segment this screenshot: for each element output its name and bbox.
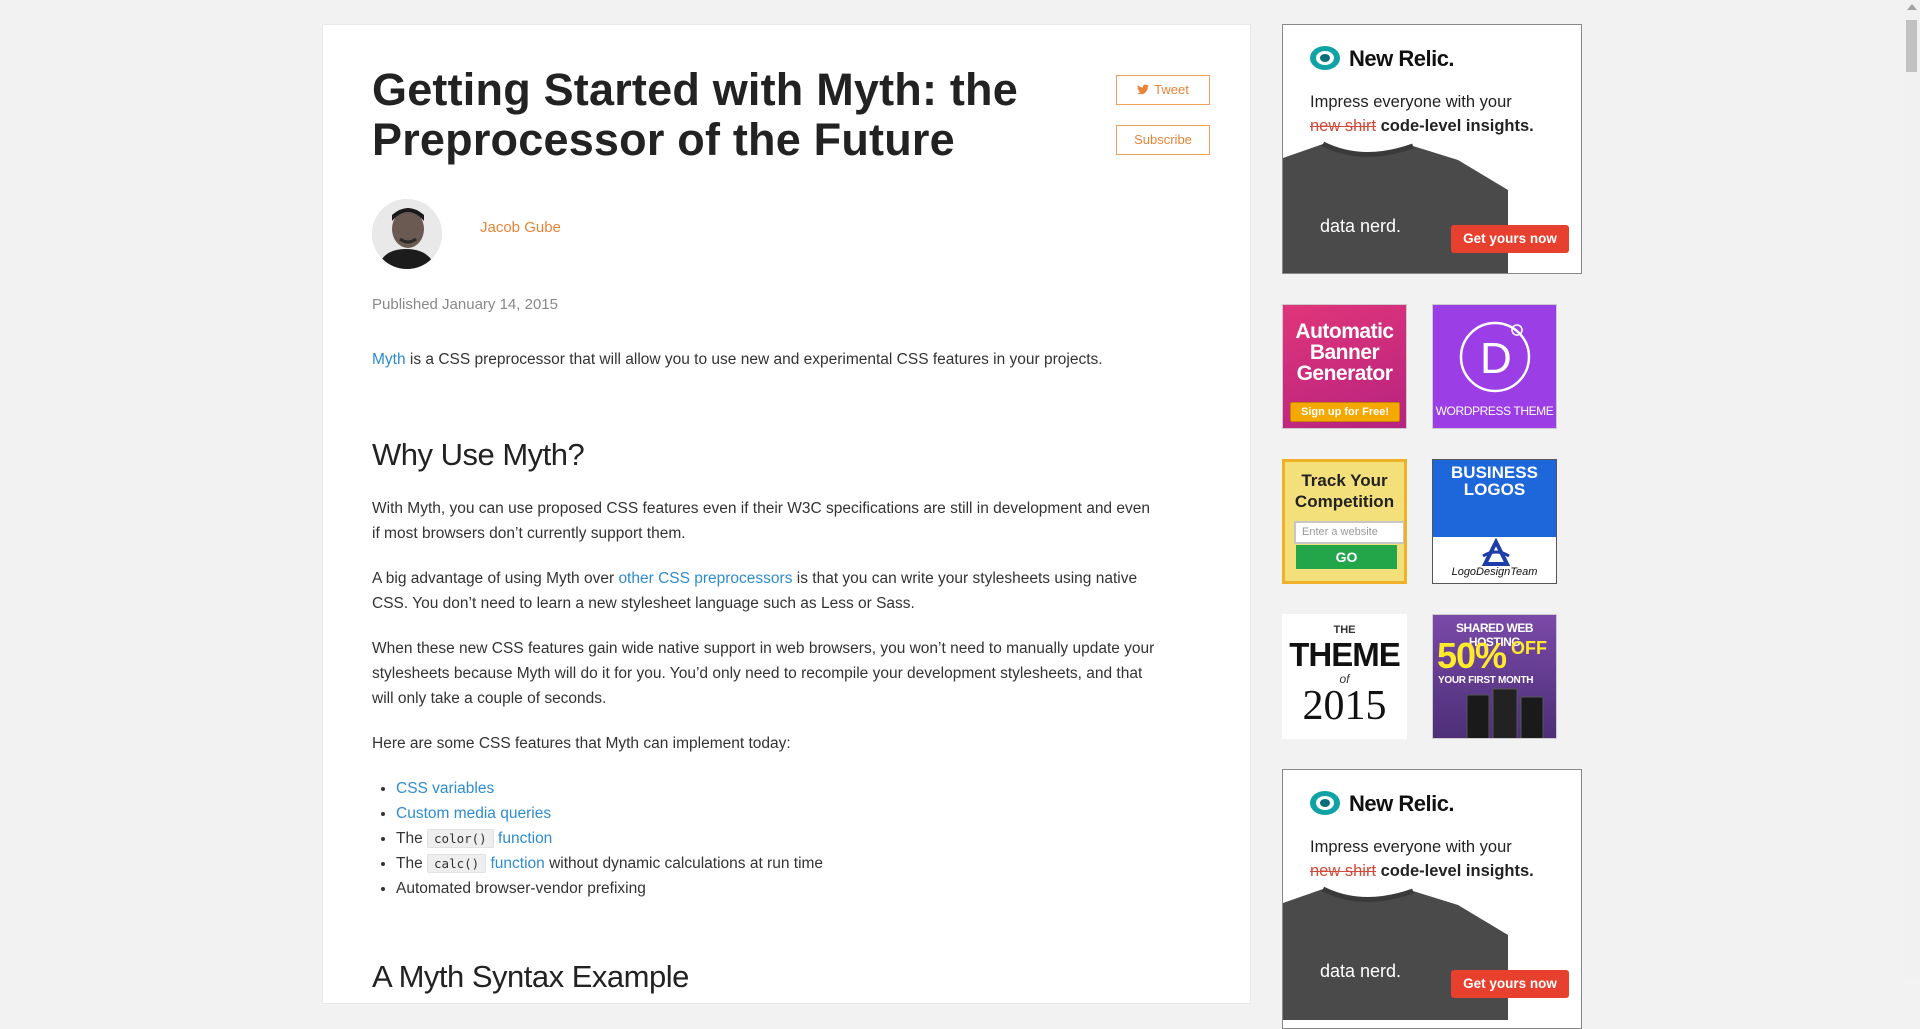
tshirt-text: data nerd.: [1320, 216, 1401, 236]
list-item: The calc() function without dynamic calc…: [396, 851, 1162, 876]
logos-line-1: BUSINESS: [1451, 463, 1538, 482]
newrelic-brand: New Relic.: [1349, 791, 1455, 816]
item4-suffix: without dynamic calculations at run time: [544, 855, 824, 872]
business-logos-ad[interactable]: BUSINESS LOGOS LogoDesignTeam: [1432, 459, 1557, 584]
color-function-link[interactable]: function: [498, 830, 552, 847]
wordpress-theme-label: WORDPRESS THEME: [1435, 404, 1554, 418]
newrelic-logo: New Relic.: [1309, 790, 1455, 817]
published-date: Published January 14, 2015: [372, 296, 558, 313]
article-card: Getting Started with Myth: the Preproces…: [322, 24, 1251, 1004]
newrelic-copy: Impress everyone with your new shirt cod…: [1310, 90, 1580, 138]
heading-syntax-example: A Myth Syntax Example: [372, 959, 689, 994]
subscribe-button[interactable]: Subscribe: [1116, 125, 1210, 155]
go-button[interactable]: GO: [1296, 545, 1397, 569]
paragraph-2: A big advantage of using Myth over other…: [372, 566, 1162, 616]
author-link[interactable]: Jacob Gube: [480, 219, 561, 236]
hosting-percent: 50%: [1437, 635, 1507, 676]
banner-signup-button[interactable]: Sign up for Free!: [1290, 402, 1400, 422]
newrelic-line2: new shirt code-level insights.: [1310, 114, 1580, 138]
newrelic-ad-top[interactable]: New Relic. Impress everyone with your ne…: [1282, 24, 1582, 274]
banner-line-2: Banner: [1309, 341, 1380, 364]
custom-media-queries-link[interactable]: Custom media queries: [396, 805, 551, 822]
wordpress-theme-ad[interactable]: D WORDPRESS THEME: [1432, 304, 1557, 429]
list-item: Custom media queries: [396, 801, 1162, 826]
newrelic-strike: new shirt: [1310, 117, 1377, 135]
newrelic-cta-button[interactable]: Get yours now: [1451, 970, 1569, 998]
article-body: Myth is a CSS preprocessor that will all…: [372, 347, 1162, 997]
intro-paragraph: Myth is a CSS preprocessor that will all…: [372, 347, 1162, 372]
theme-of-2015-ad[interactable]: THE THEME of 2015: [1282, 614, 1407, 739]
banner-line-3: Generator: [1296, 362, 1393, 385]
tshirt-text: data nerd.: [1320, 961, 1401, 981]
logos-line-2: LOGOS: [1463, 480, 1526, 499]
paragraph-4: Here are some CSS features that Myth can…: [372, 735, 791, 752]
banner-line-1: Automatic: [1295, 320, 1394, 343]
calc-function-link[interactable]: function: [490, 855, 544, 872]
track-competition-ad[interactable]: Track Your Competition Enter a website G…: [1282, 459, 1407, 584]
tweet-button[interactable]: Tweet: [1116, 75, 1210, 105]
banner-generator-ad[interactable]: Automatic Banner Generator Sign up for F…: [1282, 304, 1407, 429]
page-scrollbar[interactable]: [1903, 0, 1920, 979]
theme-the-label: THE: [1333, 624, 1356, 636]
item3-prefix: The: [396, 830, 428, 847]
newrelic-line1: Impress everyone with your: [1310, 838, 1512, 856]
server-image: [1466, 688, 1544, 738]
twitter-icon: [1137, 84, 1150, 95]
theme-big-label: THEME: [1289, 636, 1401, 673]
paragraph-3: When these new CSS features gain wide na…: [372, 640, 1155, 707]
divi-logo-icon: D: [1459, 321, 1531, 393]
tshirt-image: data nerd.: [1283, 886, 1508, 1020]
logodesign-icon: [1481, 538, 1511, 566]
tweet-label: Tweet: [1154, 82, 1189, 97]
scroll-up-arrow-icon[interactable]: [1907, 4, 1917, 10]
newrelic-cta-button[interactable]: Get yours now: [1451, 225, 1569, 253]
other-preprocessors-link[interactable]: other CSS preprocessors: [618, 570, 792, 587]
newrelic-line2: new shirt code-level insights.: [1310, 859, 1580, 883]
avatar-photo: [372, 199, 442, 269]
newrelic-bold: code-level insights.: [1376, 117, 1534, 135]
css-variables-link[interactable]: CSS variables: [396, 780, 494, 797]
track-competition-heading: Track Your Competition: [1285, 470, 1404, 512]
color-function-code: color(): [427, 829, 494, 848]
track-line-2: Competition: [1294, 492, 1395, 511]
newrelic-logo-icon: [1310, 46, 1340, 70]
newrelic-logo-icon: [1310, 791, 1340, 815]
list-item: CSS variables: [396, 776, 1162, 801]
logodesignteam-label: LogoDesignTeam: [1451, 566, 1538, 578]
p2-text-a: A big advantage of using Myth over: [372, 570, 619, 587]
website-input[interactable]: Enter a website: [1294, 521, 1404, 544]
newrelic-bold: code-level insights.: [1376, 862, 1534, 880]
track-line-1: Track Your: [1301, 471, 1388, 490]
newrelic-ad-bottom[interactable]: New Relic. Impress everyone with your ne…: [1282, 769, 1582, 1029]
intro-text: is a CSS preprocessor that will allow yo…: [405, 351, 1103, 368]
hosting-subtitle: YOUR FIRST MONTH: [1438, 675, 1534, 686]
newrelic-brand: New Relic.: [1349, 46, 1455, 71]
page-title: Getting Started with Myth: the Preproces…: [372, 64, 1018, 165]
newrelic-copy: Impress everyone with your new shirt cod…: [1310, 835, 1580, 883]
tshirt-image: data nerd.: [1283, 141, 1508, 273]
business-logos-heading: BUSINESS LOGOS: [1433, 460, 1556, 537]
paragraph-1: With Myth, you can use proposed CSS feat…: [372, 500, 1150, 542]
newrelic-strike: new shirt: [1310, 862, 1377, 880]
scrollbar-thumb[interactable]: [1906, 20, 1917, 72]
newrelic-line1: Impress everyone with your: [1310, 93, 1512, 111]
features-list: CSS variables Custom media queries The c…: [372, 776, 1162, 901]
heading-why-use-myth: Why Use Myth?: [372, 437, 585, 472]
web-hosting-ad[interactable]: SHARED WEB HOSTING 50% OFF YOUR FIRST MO…: [1432, 614, 1557, 739]
item4-prefix: The: [396, 855, 428, 872]
hosting-off: OFF: [1511, 638, 1547, 658]
author-avatar[interactable]: [372, 199, 442, 269]
theme-year-label: 2015: [1302, 683, 1387, 729]
banner-generator-heading: Automatic Banner Generator: [1283, 321, 1406, 384]
newrelic-logo: New Relic.: [1309, 45, 1455, 72]
divi-letter: D: [1480, 334, 1512, 383]
list-item: The color() function: [396, 826, 1162, 851]
myth-link[interactable]: Myth: [372, 351, 406, 368]
list-item: Automated browser-vendor prefixing: [396, 876, 1162, 901]
calc-function-code: calc(): [427, 854, 487, 873]
